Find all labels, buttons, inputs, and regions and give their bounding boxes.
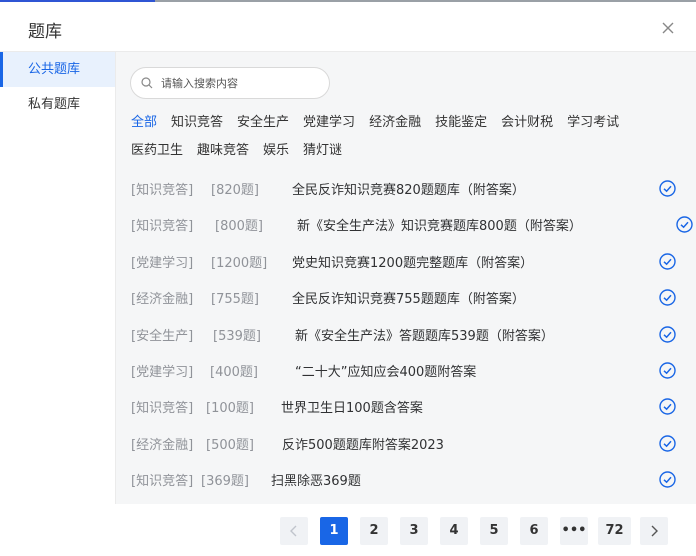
bank-question-count: [100题]: [206, 401, 254, 417]
bank-question-count: [400题]: [210, 364, 258, 380]
category-tab[interactable]: 趣味竞答: [197, 137, 249, 165]
search-icon: [141, 77, 153, 89]
list-item[interactable]: [党建学习] [400题] “二十大”应知应会400题附答案: [131, 352, 691, 388]
list-item[interactable]: [安全生产] [539题] 新《安全生产法》答题题库539题（附答案）: [131, 316, 691, 352]
bank-category: [党建学习]: [131, 255, 194, 271]
bank-title: 新《安全生产法》答题题库539题（附答案）: [295, 328, 554, 344]
check-circle-icon[interactable]: [659, 253, 676, 270]
category-tab[interactable]: 学习考试: [567, 109, 619, 137]
bank-title: 新《安全生产法》知识竞赛题库800题（附答案）: [297, 219, 582, 235]
check-circle-icon[interactable]: [659, 398, 676, 416]
chevron-left-icon[interactable]: [280, 517, 308, 545]
bank-category: [知识竞答]: [131, 219, 194, 235]
sidebar-item-public-bank[interactable]: 公共题库: [0, 52, 115, 87]
bank-question-count: [369题]: [201, 474, 249, 490]
list-item[interactable]: [知识竞答] [820题] 全民反诈知识竞赛820题题库（附答案）: [131, 170, 691, 206]
page-button[interactable]: 6: [520, 517, 548, 545]
bank-category: [经济金融]: [131, 437, 194, 453]
list-item[interactable]: [经济金融] [755题] 全民反诈知识竞赛755题题库（附答案）: [131, 279, 691, 315]
dialog-title: 题库: [28, 22, 62, 42]
category-tab[interactable]: 知识竞答: [171, 109, 223, 137]
bank-question-count: [820题]: [211, 183, 259, 198]
bank-title: 全民反诈知识竞赛755题题库（附答案）: [292, 292, 525, 308]
check-circle-icon[interactable]: [676, 216, 693, 234]
search-input[interactable]: [161, 73, 321, 93]
bank-question-count: [800题]: [215, 219, 263, 235]
bank-category: [知识竞答]: [131, 401, 194, 417]
bank-title: “二十大”应知应会400题附答案: [295, 364, 477, 380]
bank-title: 反诈500题题库附答案2023: [282, 437, 444, 453]
category-tab[interactable]: 会计财税: [501, 109, 553, 137]
bank-category: [经济金融]: [131, 292, 194, 308]
bank-question-count: [539题]: [213, 328, 261, 344]
bank-category: [知识竞答]: [131, 183, 194, 198]
bank-title: 扫黑除恶369题: [271, 474, 361, 490]
dialog-header: 题库: [0, 2, 696, 52]
category-tab[interactable]: 医药卫生: [131, 137, 183, 165]
bank-title: 党史知识竞赛1200题完整题库（附答案）: [292, 255, 534, 271]
page-button[interactable]: 3: [400, 517, 428, 545]
bank-category: [党建学习]: [131, 364, 194, 380]
list-item[interactable]: [经济金融] [500题] 反诈500题题库附答案2023: [131, 425, 691, 461]
close-icon[interactable]: [660, 20, 676, 36]
list-item[interactable]: [知识竞答] [100题] 世界卫生日100题含答案: [131, 388, 691, 424]
list-item[interactable]: [知识竞答] [800题] 新《安全生产法》知识竞赛题库800题（附答案）: [131, 206, 693, 242]
page-button[interactable]: 2: [360, 517, 388, 545]
category-tab[interactable]: 娱乐: [263, 137, 289, 165]
sidebar: 公共题库 私有题库: [0, 52, 116, 504]
page-button[interactable]: 1: [320, 517, 348, 545]
bank-list: [知识竞答] [820题] 全民反诈知识竞赛820题题库（附答案） [知识竞答] [80…: [131, 170, 693, 498]
page-button-last[interactable]: 72: [598, 517, 631, 545]
pagination-ellipsis[interactable]: •••: [560, 517, 588, 545]
category-tab[interactable]: 安全生产: [237, 109, 289, 137]
category-tab[interactable]: 党建学习: [303, 109, 355, 137]
bank-question-count: [755题]: [211, 292, 259, 308]
bank-title: 世界卫生日100题含答案: [281, 401, 423, 417]
check-circle-icon[interactable]: [659, 180, 676, 197]
page-button[interactable]: 4: [440, 517, 468, 545]
category-tab[interactable]: 猜灯谜: [303, 137, 342, 165]
check-circle-icon[interactable]: [659, 471, 676, 488]
check-circle-icon[interactable]: [659, 435, 676, 452]
pagination: 1 2 3 4 5 6 ••• 72: [0, 504, 696, 556]
category-tab[interactable]: 全部: [131, 109, 157, 137]
chevron-right-icon[interactable]: [640, 517, 668, 545]
list-item[interactable]: [知识竞答] [369题] 扫黑除恶369题: [131, 461, 691, 497]
page-button[interactable]: 5: [480, 517, 508, 545]
search-box: [130, 67, 330, 99]
check-circle-icon[interactable]: [659, 362, 676, 379]
category-tab[interactable]: 经济金融: [369, 109, 421, 137]
bank-category: [安全生产]: [131, 328, 194, 344]
sidebar-item-private-bank[interactable]: 私有题库: [0, 87, 115, 122]
check-circle-icon[interactable]: [659, 325, 676, 343]
bank-title: 全民反诈知识竞赛820题题库（附答案）: [292, 183, 525, 198]
bank-question-count: [500题]: [206, 437, 254, 453]
category-tab[interactable]: 技能鉴定: [435, 109, 487, 137]
bank-question-count: [1200题]: [211, 255, 268, 271]
list-item[interactable]: [党建学习] [1200题] 党史知识竞赛1200题完整题库（附答案）: [131, 243, 691, 279]
bank-category: [知识竞答]: [131, 474, 194, 490]
category-filter: 全部 知识竞答 安全生产 党建学习 经济金融 技能鉴定 会计财税 学习考试医药卫生 趣味竞答 娱乐…: [131, 109, 686, 165]
check-circle-icon[interactable]: [659, 289, 676, 306]
bank-list-panel: 全部知识竞答安全生产党建学习经济金融技能鉴定会计财税学习考试医药卫生趣味竞答娱乐…: [116, 52, 696, 504]
